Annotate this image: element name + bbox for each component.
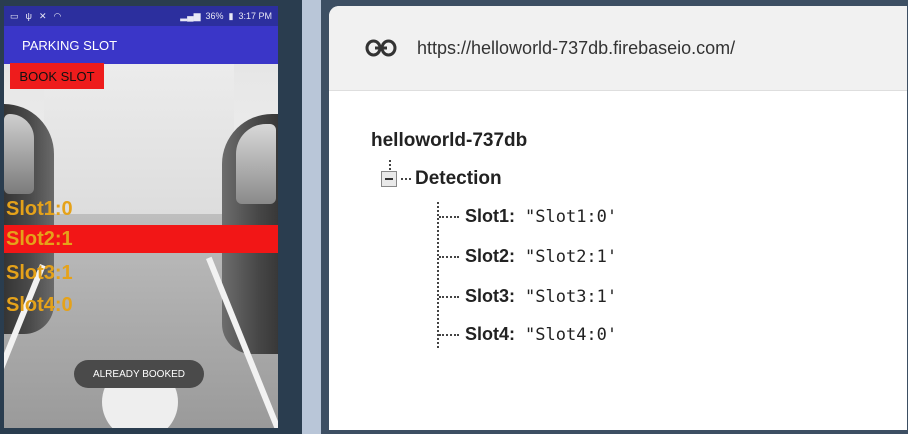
car-left-window bbox=[4, 114, 34, 194]
tree-child-slot1[interactable]: Slot1: "Slot1:0' bbox=[439, 206, 617, 227]
link-icon bbox=[365, 39, 397, 57]
browser-window: https://helloworld-737db.firebaseio.com/… bbox=[329, 6, 907, 430]
child-value: "Slot2:1' bbox=[525, 246, 618, 267]
tree-connector bbox=[439, 333, 459, 336]
tree-connector bbox=[439, 295, 459, 298]
tree-child-slot4[interactable]: Slot4: "Slot4:0' bbox=[439, 324, 617, 345]
address-bar[interactable]: https://helloworld-737db.firebaseio.com/ bbox=[329, 6, 907, 91]
status-icons: ▭ ψ ✕ ◠ bbox=[10, 11, 62, 22]
slot-status-2: Slot2:1 bbox=[4, 225, 278, 253]
notification-icon: ▭ bbox=[10, 10, 20, 21]
tree-child-slot3[interactable]: Slot3: "Slot3:1' bbox=[439, 286, 617, 307]
child-key: Slot3: bbox=[465, 286, 516, 306]
child-key: Slot2: bbox=[465, 246, 516, 266]
browser-frame: https://helloworld-737db.firebaseio.com/… bbox=[321, 0, 908, 434]
database-root[interactable]: helloworld-737db bbox=[371, 130, 527, 152]
tree-connector bbox=[401, 178, 411, 180]
battery-icon: ▮ bbox=[228, 10, 234, 21]
book-slot-button[interactable]: BOOK SLOT bbox=[10, 63, 104, 89]
battery-level: 36% bbox=[205, 11, 224, 21]
tree-node-detection[interactable]: Detection bbox=[381, 168, 502, 190]
clock: 3:17 PM bbox=[238, 11, 272, 21]
status-bar: ▭ ψ ✕ ◠ ▂▄▆ 36% ▮ 3:17 PM bbox=[4, 6, 278, 26]
toast-message: ALREADY BOOKED bbox=[74, 360, 204, 388]
child-value: "Slot4:0' bbox=[525, 324, 618, 345]
slot-status-3: Slot3:1 bbox=[6, 261, 73, 284]
tree-child-slot2[interactable]: Slot2: "Slot2:1' bbox=[439, 246, 617, 267]
child-key: Slot4: bbox=[465, 324, 516, 344]
app-title: PARKING SLOT bbox=[22, 37, 118, 53]
status-right: ▂▄▆ 36% ▮ 3:17 PM bbox=[180, 11, 272, 22]
phone-frame: ▭ ψ ✕ ◠ ▂▄▆ 36% ▮ 3:17 PM PARKING SLOT B… bbox=[0, 0, 302, 434]
tree-connector bbox=[439, 215, 459, 218]
bluetooth-off-icon: ✕ bbox=[38, 10, 48, 21]
wifi-icon: ◠ bbox=[53, 10, 63, 21]
slot-status-4: Slot4:0 bbox=[6, 293, 73, 316]
child-key: Slot1: bbox=[465, 206, 516, 226]
node-label: Detection bbox=[415, 168, 502, 189]
child-value: "Slot1:0' bbox=[525, 206, 618, 227]
car-right-window bbox=[236, 124, 276, 204]
collapse-toggle-icon[interactable] bbox=[381, 171, 397, 187]
phone-screen: ▭ ψ ✕ ◠ ▂▄▆ 36% ▮ 3:17 PM PARKING SLOT B… bbox=[4, 6, 278, 428]
app-bar: PARKING SLOT bbox=[4, 26, 278, 64]
slot-status-1: Slot1:0 bbox=[6, 197, 73, 220]
child-value: "Slot3:1' bbox=[525, 286, 618, 307]
usb-icon: ψ bbox=[25, 10, 33, 21]
url-text[interactable]: https://helloworld-737db.firebaseio.com/ bbox=[417, 38, 735, 59]
signal-icon: ▂▄▆ bbox=[180, 10, 201, 21]
tree-connector bbox=[439, 255, 459, 258]
